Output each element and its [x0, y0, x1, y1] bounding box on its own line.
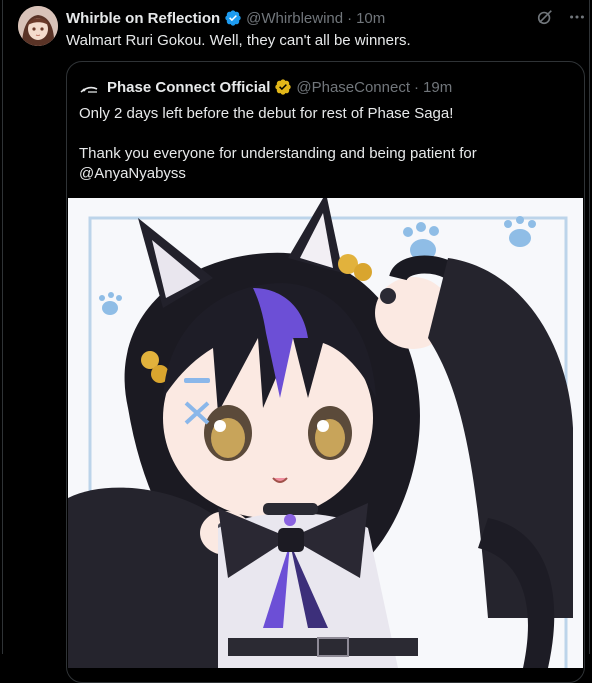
author-display-name[interactable]: Whirble on Reflection [66, 10, 220, 27]
quoted-tweet-timestamp[interactable]: 19m [423, 79, 452, 96]
quoted-tweet-card[interactable]: Phase Connect Official @PhaseConnect · 1… [66, 61, 585, 683]
quoted-text-line-2: Thank you everyone for understanding and… [79, 145, 477, 162]
quoted-tweet-image[interactable] [68, 198, 583, 668]
quoted-tweet-text: Only 2 days left before the debut for re… [79, 104, 568, 184]
quoted-author-handle[interactable]: @PhaseConnect [296, 79, 410, 96]
quoted-text-line-1: Only 2 days left before the debut for re… [79, 105, 454, 122]
mention-link[interactable]: @AnyaNyabyss [79, 164, 568, 184]
author-avatar[interactable] [18, 6, 58, 46]
anime-character-illustration [68, 198, 583, 668]
quoted-author-display-name[interactable]: Phase Connect Official [107, 79, 270, 96]
quoted-tweet-header: Phase Connect Official @PhaseConnect · 1… [79, 77, 572, 97]
tweet-header: Whirble on Reflection @Whirblewind · 10m [66, 8, 572, 28]
separator-dot: · [414, 78, 420, 96]
phase-connect-logo-icon [79, 77, 99, 97]
author-handle[interactable]: @Whirblewind [246, 10, 343, 27]
grok-icon[interactable] [536, 8, 554, 31]
tweet-timestamp[interactable]: 10m [356, 10, 385, 27]
verified-badge-icon [224, 9, 242, 27]
separator-dot: · [347, 9, 353, 27]
timeline-right-border [589, 0, 590, 654]
timeline-left-border [2, 0, 3, 654]
tweet-text: Walmart Ruri Gokou. Well, they can't all… [66, 32, 411, 49]
tweet-header-actions [536, 8, 586, 31]
more-options-icon[interactable] [568, 8, 586, 31]
quoted-author-avatar[interactable] [79, 77, 99, 97]
gold-verified-badge-icon [274, 78, 292, 96]
author-avatar-image [18, 6, 58, 46]
